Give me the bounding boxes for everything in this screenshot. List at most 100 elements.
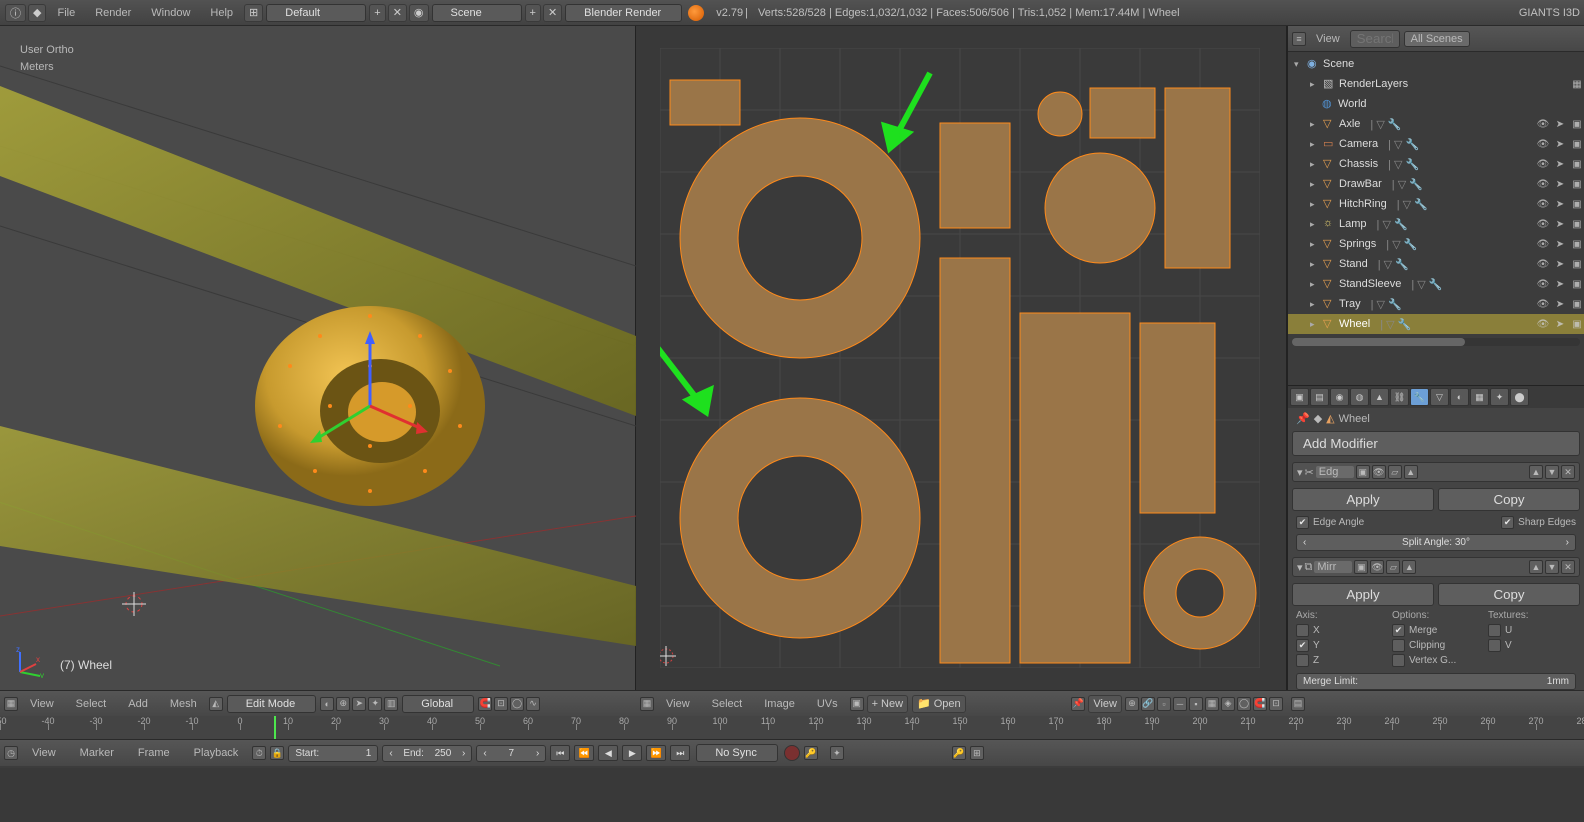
range-icon[interactable]: ⏱ — [252, 746, 266, 760]
mod1-movedown-icon[interactable]: ▼ — [1545, 465, 1559, 479]
tab-scene[interactable]: ◉ — [1330, 388, 1349, 406]
view3d-view-menu[interactable]: View — [20, 698, 64, 710]
view3d-select-menu[interactable]: Select — [66, 698, 117, 710]
mod1-display-icon[interactable]: 👁 — [1372, 465, 1386, 479]
lock-range-icon[interactable]: 🔒 — [270, 746, 284, 760]
end-frame-field[interactable]: ‹ End:250 › — [382, 745, 472, 762]
auto-keyframe-icon[interactable]: ✦ — [830, 746, 844, 760]
bake-icon[interactable]: ⊞ — [970, 746, 984, 760]
snap-type-icon[interactable]: ⊡ — [494, 697, 508, 711]
tab-particles[interactable]: ✦ — [1490, 388, 1509, 406]
selectable-icon[interactable]: ➤ — [1553, 197, 1567, 211]
3d-viewport[interactable]: User Ortho Meters (7) Wheel z y x — [0, 26, 636, 690]
editor-type-properties-icon[interactable]: ▤ — [1291, 697, 1305, 711]
visibility-icon[interactable]: 👁 — [1536, 277, 1550, 291]
visibility-icon[interactable]: 👁 — [1536, 217, 1550, 231]
orientation-dropdown[interactable]: Global — [402, 695, 474, 713]
selectable-icon[interactable]: ➤ — [1553, 137, 1567, 151]
editor-type-3dview-icon[interactable]: ▦ — [4, 697, 18, 711]
snap-icon[interactable]: 🧲 — [478, 697, 492, 711]
selectable-icon[interactable]: ➤ — [1553, 177, 1567, 191]
uv-face-select-icon[interactable]: ▪ — [1189, 697, 1203, 711]
render-engine-dropdown[interactable]: Blender Render — [565, 4, 682, 22]
timeline-frame-menu[interactable]: Frame — [128, 747, 180, 759]
tree-item-drawbar[interactable]: ▸▽DrawBar| ▽ 🔧👁➤▣ — [1288, 174, 1584, 194]
tree-world[interactable]: ◍World — [1288, 94, 1584, 114]
uv-edge-select-icon[interactable]: ─ — [1173, 697, 1187, 711]
mod2-delete-icon[interactable]: ✕ — [1561, 560, 1575, 574]
add-layout-icon[interactable]: + — [369, 4, 385, 22]
selectable-icon[interactable]: ➤ — [1553, 117, 1567, 131]
renderable-icon[interactable]: ▣ — [1570, 257, 1584, 271]
selectable-icon[interactable]: ➤ — [1553, 297, 1567, 311]
menu-file[interactable]: File — [47, 7, 85, 19]
renderable-icon[interactable]: ▣ — [1570, 277, 1584, 291]
delete-scene-icon[interactable]: ✕ — [543, 4, 562, 22]
visibility-icon[interactable]: 👁 — [1536, 197, 1550, 211]
uv-snap-icon[interactable]: 🧲 — [1253, 697, 1267, 711]
uv-canvas[interactable] — [660, 48, 1260, 668]
outliner-search-input[interactable] — [1350, 30, 1400, 48]
splash-icon[interactable]: ◆ — [28, 4, 46, 22]
mode-icon[interactable]: ◭ — [209, 697, 223, 711]
properties-tabs[interactable]: ▣ ▤ ◉ ◍ ▲ ⛓ 🔧 ▽ ◐ ▦ ✦ ⬤ — [1288, 386, 1584, 408]
image-browse-icon[interactable]: ▣ — [850, 697, 864, 711]
timeline-marker-menu[interactable]: Marker — [70, 747, 124, 759]
view3d-add-menu[interactable]: Add — [118, 698, 158, 710]
layers-icon[interactable]: ▥ — [384, 697, 398, 711]
renderable-icon[interactable]: ▣ — [1570, 217, 1584, 231]
delete-layout-icon[interactable]: ✕ — [388, 4, 407, 22]
tree-scene[interactable]: ▾◉ Scene — [1288, 54, 1584, 74]
play-reverse-icon[interactable]: ◀ — [598, 745, 618, 761]
renderable-icon[interactable]: ▣ — [1570, 157, 1584, 171]
tree-item-springs[interactable]: ▸▽Springs| ▽ 🔧👁➤▣ — [1288, 234, 1584, 254]
tab-data[interactable]: ▽ — [1430, 388, 1449, 406]
jump-end-icon[interactable]: ⏭ — [670, 745, 690, 761]
uv-snap-type-icon[interactable]: ⊡ — [1269, 697, 1283, 711]
timeline-ruler[interactable]: -50-40-30-20-100102030405060708090100110… — [0, 716, 1584, 740]
keying-icon[interactable]: 🔑 — [952, 746, 966, 760]
mod2-render-icon[interactable]: ▣ — [1354, 560, 1368, 574]
renderable-icon[interactable]: ▣ — [1570, 177, 1584, 191]
uv-open-button[interactable]: 📁Open — [912, 695, 966, 713]
selectable-icon[interactable]: ➤ — [1553, 257, 1567, 271]
split-angle-field[interactable]: ‹Split Angle: 30°› — [1296, 534, 1576, 551]
view3d-mesh-menu[interactable]: Mesh — [160, 698, 207, 710]
sync-dropdown[interactable]: No Sync — [696, 744, 778, 762]
uv-select-menu[interactable]: Select — [702, 698, 753, 710]
edge-angle-checkbox[interactable]: ✔ — [1296, 516, 1309, 529]
renderable-icon[interactable]: ▣ — [1570, 137, 1584, 151]
tree-item-chassis[interactable]: ▸▽Chassis| ▽ 🔧👁➤▣ — [1288, 154, 1584, 174]
selectable-icon[interactable]: ➤ — [1553, 317, 1567, 331]
scene-browse-icon[interactable]: ◉ — [409, 4, 429, 22]
renderable-icon[interactable]: ▣ — [1570, 297, 1584, 311]
tree-item-axle[interactable]: ▸▽Axle| ▽ 🔧👁➤▣ — [1288, 114, 1584, 134]
timeline-playback-menu[interactable]: Playback — [184, 747, 249, 759]
keyframe-next-icon[interactable]: ⏩ — [646, 745, 666, 761]
uv-vert-select-icon[interactable]: ▫ — [1157, 697, 1171, 711]
tree-item-tray[interactable]: ▸▽Tray| ▽ 🔧👁➤▣ — [1288, 294, 1584, 314]
uv-image-editor[interactable] — [636, 26, 1287, 690]
editor-type-info-icon[interactable]: ⓘ — [5, 4, 26, 22]
modifier-edgesplit-header[interactable]: ▾✂ Edg ▣ 👁 ▱ ▲ ▲ ▼ ✕ — [1292, 462, 1580, 482]
tex-u-checkbox[interactable] — [1488, 624, 1501, 637]
mod1-moveup-icon[interactable]: ▲ — [1529, 465, 1543, 479]
proportional-icon[interactable]: ◯ — [510, 697, 524, 711]
tab-modifiers[interactable]: 🔧 — [1410, 388, 1429, 406]
mod2-display-icon[interactable]: 👁 — [1370, 560, 1384, 574]
axis-y-checkbox[interactable]: ✔ — [1296, 639, 1309, 652]
tab-render[interactable]: ▣ — [1290, 388, 1309, 406]
mod1-copy-button[interactable]: Copy — [1438, 488, 1580, 511]
mod1-apply-button[interactable]: Apply — [1292, 488, 1434, 511]
sharp-edges-checkbox[interactable]: ✔ — [1501, 516, 1514, 529]
outliner-view-menu[interactable]: View — [1310, 33, 1346, 45]
renderable-icon[interactable]: ▣ — [1570, 117, 1584, 131]
mod2-movedown-icon[interactable]: ▼ — [1545, 560, 1559, 574]
pivot-uv-icon[interactable]: ⊕ — [1125, 697, 1139, 711]
merge-checkbox[interactable]: ✔ — [1392, 624, 1405, 637]
add-scene-icon[interactable]: + — [525, 4, 541, 22]
pivot-icon[interactable]: ⊕ — [336, 697, 350, 711]
visibility-icon[interactable]: 👁 — [1536, 237, 1550, 251]
tab-texture[interactable]: ▦ — [1470, 388, 1489, 406]
timeline-view-menu[interactable]: View — [22, 747, 66, 759]
